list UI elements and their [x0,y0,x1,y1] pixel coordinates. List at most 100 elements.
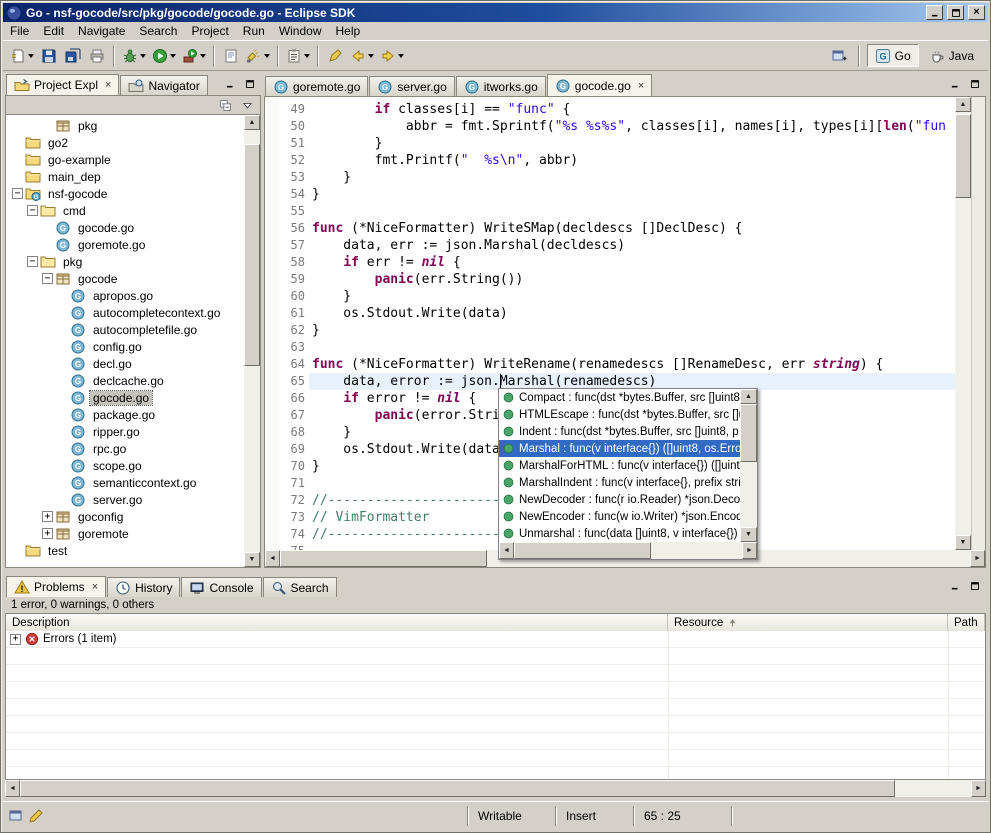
line-number[interactable]: 71 [279,475,305,492]
line-number[interactable]: 70 [279,458,305,475]
titlebar[interactable]: Go - nsf-gocode/src/pkg/gocode/gocode.go… [3,3,988,22]
scroll-track[interactable] [955,112,971,535]
tree-item-server-go[interactable]: Gserver.go [6,491,244,508]
tree-item-goconfig[interactable]: +goconfig [6,508,244,525]
line-number[interactable]: 66 [279,390,305,407]
tree-item-cmd[interactable]: −cmd [6,202,244,219]
line-number[interactable]: 64 [279,356,305,373]
code-line[interactable]: data, err := json.Marshal(decldescs) [309,237,955,254]
scroll-thumb[interactable] [280,550,487,567]
line-number[interactable]: 56 [279,220,305,237]
tree-item-ripper-go[interactable]: Gripper.go [6,423,244,440]
overview-ruler[interactable] [971,97,985,550]
tab-history[interactable]: History [107,577,180,597]
code-line[interactable]: if err != nil { [309,254,955,271]
menu-window[interactable]: Window [272,22,329,40]
problems-row[interactable]: +Errors (1 item) [6,631,985,648]
code-line[interactable]: abbr = fmt.Sprintf("%s %s%s", classes[i]… [309,118,955,135]
scroll-right-icon[interactable]: ► [742,542,757,559]
close-tab-icon[interactable]: × [92,581,98,593]
print-button[interactable] [85,44,109,68]
tab-project-expl[interactable]: Project Expl× [6,74,119,95]
dropdown-arrow-icon[interactable] [368,54,374,58]
tree-item-go2[interactable]: go2 [6,134,244,151]
tab-search[interactable]: Search [263,577,337,597]
menu-navigate[interactable]: Navigate [71,22,132,40]
editor-vertical-scrollbar[interactable]: ▲▼ [955,97,971,550]
menu-edit[interactable]: Edit [36,22,71,40]
line-number[interactable]: 51 [279,135,305,152]
line-number[interactable]: 60 [279,288,305,305]
code-line[interactable]: os.Stdout.Write(data) [309,305,955,322]
tree-item-goremote[interactable]: +goremote [6,525,244,542]
external-tools-button[interactable] [179,44,209,68]
tree-item-decl-go[interactable]: Gdecl.go [6,355,244,372]
tab-problems[interactable]: !Problems× [6,576,106,597]
tree-item-main-dep[interactable]: main_dep [6,168,244,185]
scroll-track[interactable] [20,780,971,797]
scroll-track[interactable] [244,130,260,552]
line-number[interactable]: 62 [279,322,305,339]
code-line[interactable]: } [309,169,955,186]
close-button[interactable]: × [968,5,985,20]
tree-expander-minus-icon[interactable]: − [42,273,53,284]
perspective-java-button[interactable]: Java [921,44,982,67]
line-number[interactable]: 63 [279,339,305,356]
code-line[interactable]: } [309,288,955,305]
scroll-down-icon[interactable]: ▼ [955,535,971,550]
tree-expander-plus-icon[interactable]: + [42,511,53,522]
line-number[interactable]: 53 [279,169,305,186]
scroll-thumb[interactable] [955,114,971,198]
fast-view-icon[interactable] [8,808,24,824]
autocomplete-item[interactable]: Marshal : func(v interface{}) ([]uint8, … [499,440,740,457]
tab-goremote-go[interactable]: Ggoremote.go [265,76,368,96]
forward-button[interactable] [377,44,407,68]
scroll-down-icon[interactable]: ▼ [740,527,757,542]
line-number[interactable]: 54 [279,186,305,203]
line-number[interactable]: 57 [279,237,305,254]
tree-item-goremote-go[interactable]: Ggoremote.go [6,236,244,253]
line-number[interactable]: 50 [279,118,305,135]
last-edit-button[interactable] [323,44,347,68]
tree-item-declcache-go[interactable]: Gdeclcache.go [6,372,244,389]
autocomplete-item[interactable]: Indent : func(dst *bytes.Buffer, src []u… [499,423,740,440]
annotation-ruler[interactable] [265,97,279,550]
scroll-up-icon[interactable]: ▲ [955,97,971,112]
scroll-up-icon[interactable]: ▲ [244,115,260,130]
line-number[interactable]: 69 [279,441,305,458]
view-menu-button[interactable] [238,97,257,114]
code-line[interactable]: if classes[i] == "func" { [309,101,955,118]
dropdown-arrow-icon[interactable] [398,54,404,58]
autocomplete-item[interactable]: Compact : func(dst *bytes.Buffer, src []… [499,389,740,406]
line-number[interactable]: 65 [279,373,305,390]
tree-expander-plus-icon[interactable]: + [42,528,53,539]
tree-item-scope-go[interactable]: Gscope.go [6,457,244,474]
tree-item-package-go[interactable]: Gpackage.go [6,406,244,423]
column-header-path[interactable]: Path [948,614,985,631]
tree-expander-minus-icon[interactable]: − [27,205,38,216]
line-number[interactable]: 52 [279,152,305,169]
menu-help[interactable]: Help [329,22,368,40]
tree-item-gocode-go[interactable]: Ggocode.go [6,219,244,236]
tree-expander-minus-icon[interactable]: − [27,256,38,267]
minimize-problems-button[interactable] [946,578,964,594]
debug-button[interactable] [119,44,149,68]
scroll-left-icon[interactable]: ◄ [5,780,20,797]
close-tab-icon[interactable]: × [638,80,644,92]
maximize-editor-button[interactable] [966,76,984,92]
scroll-thumb[interactable] [20,780,895,797]
tasks-button[interactable] [283,44,313,68]
autocomplete-item[interactable]: Unmarshal : func(data []uint8, v interfa… [499,525,740,542]
scroll-left-icon[interactable]: ◄ [499,542,514,559]
scroll-thumb[interactable] [740,404,757,462]
open-resource-button[interactable] [219,44,243,68]
scroll-down-icon[interactable]: ▼ [244,552,260,567]
code-line[interactable]: fmt.Printf(" %s\n", abbr) [309,152,955,169]
save-button[interactable] [37,44,61,68]
scroll-right-icon[interactable]: ► [970,550,985,567]
line-number[interactable]: 55 [279,203,305,220]
tab-itworks-go[interactable]: Gitworks.go [456,76,546,96]
minimize-view-button[interactable] [221,76,239,92]
dropdown-arrow-icon[interactable] [200,54,206,58]
maximize-problems-button[interactable] [966,578,984,594]
